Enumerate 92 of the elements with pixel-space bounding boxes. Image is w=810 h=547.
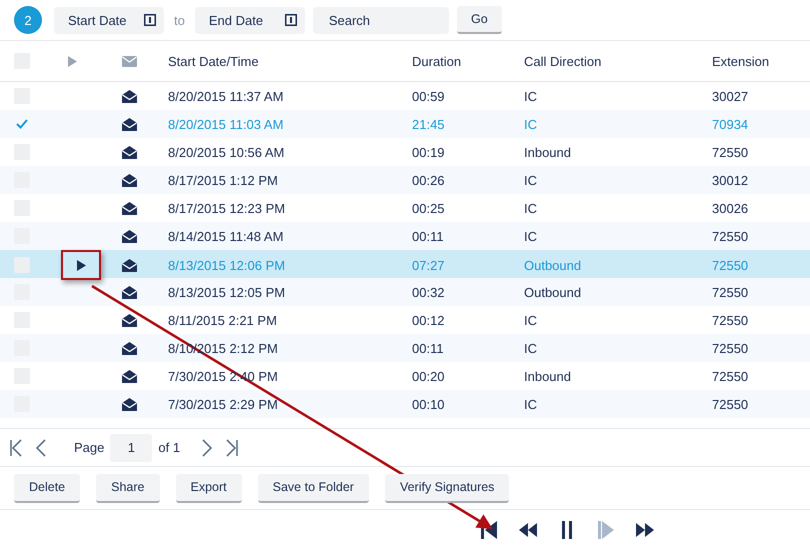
table-cell-text: 8/20/2015 10:56 AM <box>168 144 286 160</box>
table-cell-text: 72550 <box>712 284 750 300</box>
go-button[interactable]: Go <box>456 6 502 34</box>
table-cell-text: 30012 <box>712 172 750 188</box>
table-cell-text: 07:27 <box>412 258 446 272</box>
range-separator: to <box>174 12 185 28</box>
play-icon <box>68 56 77 66</box>
table-cell-text: 00:12 <box>412 312 446 328</box>
end-date-field[interactable]: End Date <box>194 6 305 34</box>
open-envelope-icon <box>122 174 137 186</box>
table-cell-text: 8/13/2015 12:05 PM <box>168 284 286 300</box>
table-cell-text: 8/20/2015 11:03 AM <box>168 116 284 132</box>
open-envelope-icon <box>122 118 137 130</box>
table-cell-text: 7/30/2015 2:29 PM <box>168 396 279 412</box>
table-row[interactable]: 8/17/2015 1:12 PM 00:26 IC 30012 <box>0 166 810 194</box>
table-cell-text: 00:11 <box>412 228 445 244</box>
table-cell-text: 00:11 <box>412 340 445 356</box>
next-page-icon[interactable] <box>202 438 212 456</box>
table-cell-text: 00:10 <box>412 396 446 412</box>
row-checkbox[interactable] <box>14 257 30 273</box>
table-cell-text: IC <box>524 340 538 356</box>
table-cell-text: 00:20 <box>412 368 446 384</box>
open-envelope-icon <box>122 230 137 242</box>
action-button[interactable]: Share <box>96 474 160 502</box>
table-row[interactable]: 8/13/2015 12:05 PM 00:32 Outbound 72550 <box>0 278 810 306</box>
previous-page-icon[interactable] <box>36 438 46 456</box>
table-cell-text: 00:32 <box>412 284 446 300</box>
open-envelope-icon <box>122 314 137 326</box>
play-button[interactable] <box>61 250 101 280</box>
open-envelope-icon <box>122 146 137 158</box>
table-cell-text: 72550 <box>712 258 750 272</box>
table-cell-text: 72550 <box>712 396 750 412</box>
table-cell-text: 70934 <box>712 116 750 132</box>
table-cell-text: 72550 <box>712 312 750 328</box>
open-envelope-icon <box>122 202 137 214</box>
table-cell-text: 72550 <box>712 340 750 356</box>
column-header[interactable]: Extension <box>712 54 810 68</box>
table-cell-text: Outbound <box>524 284 582 300</box>
table-cell-text: 72550 <box>712 228 750 244</box>
page-count: of 1 <box>158 440 180 455</box>
table-cell-text: 72550 <box>712 368 750 384</box>
table-cell-text: IC <box>524 200 538 216</box>
table-row[interactable]: 7/30/2015 2:29 PM 00:10 IC 72550 <box>0 390 810 418</box>
table-cell-text: 8/11/2015 2:21 PM <box>168 312 278 328</box>
table-cell-text: Inbound <box>524 144 572 160</box>
table-cell-text: IC <box>524 172 538 188</box>
table-cell-text: 8/20/2015 11:37 AM <box>168 88 284 104</box>
table-cell-text: 00:26 <box>412 172 446 188</box>
start-date-field[interactable]: Start Date <box>54 6 164 34</box>
table-cell-text: 72550 <box>712 144 750 160</box>
open-envelope-icon <box>122 398 137 410</box>
table-cell-text: 8/14/2015 11:48 AM <box>168 228 284 244</box>
table-cell-text: Inbound <box>524 368 572 384</box>
table-cell-text: 00:25 <box>412 200 446 216</box>
page-label: Page <box>74 440 104 455</box>
table-cell-text: IC <box>524 228 538 244</box>
calendar-icon[interactable] <box>284 14 297 26</box>
play-icon[interactable] <box>76 260 86 270</box>
search-field[interactable]: Search <box>312 6 449 34</box>
action-button[interactable]: Verify Signatures <box>384 474 510 502</box>
calendar-icon[interactable] <box>144 14 156 26</box>
last-page-icon[interactable] <box>226 438 238 456</box>
column-header[interactable]: Call Direction <box>524 54 712 68</box>
table-cell-text: IC <box>524 312 538 328</box>
open-envelope-icon <box>122 258 137 272</box>
table-cell-text: 30026 <box>712 200 750 216</box>
first-page-icon[interactable] <box>10 438 22 456</box>
table-cell-text: IC <box>524 88 538 104</box>
skip-back-button[interactable] <box>478 520 500 540</box>
open-envelope-icon <box>122 90 137 102</box>
table-cell-text: IC <box>524 116 538 132</box>
action-button[interactable]: Delete <box>14 474 80 502</box>
table-cell-text: 00:19 <box>412 144 446 160</box>
action-button[interactable]: Save to Folder <box>258 474 369 502</box>
open-envelope-icon <box>122 286 137 298</box>
envelope-icon <box>122 56 137 66</box>
table-cell-text: 8/17/2015 1:12 PM <box>168 172 279 188</box>
table-cell-text: 21:45 <box>412 116 446 132</box>
table-row[interactable]: 8/14/2015 11:48 AM 00:11 IC 72550 <box>0 222 810 250</box>
table-cell-text: 00:59 <box>412 88 446 104</box>
page-number-field[interactable]: 1 <box>110 434 152 462</box>
action-button[interactable]: Export <box>176 474 242 502</box>
open-envelope-icon <box>122 342 137 354</box>
table-cell-text: Outbound <box>524 258 582 272</box>
table-cell-text: 8/13/2015 12:06 PM <box>168 258 286 272</box>
open-envelope-icon <box>122 370 137 382</box>
table-cell-text: 8/17/2015 12:23 PM <box>168 200 286 216</box>
column-header[interactable]: Start Date/Time <box>168 54 412 68</box>
column-header[interactable]: Duration <box>412 54 524 68</box>
table-cell-text: IC <box>524 396 538 412</box>
step-badge: 2 <box>14 6 42 34</box>
table-cell-text: 30027 <box>712 88 750 104</box>
